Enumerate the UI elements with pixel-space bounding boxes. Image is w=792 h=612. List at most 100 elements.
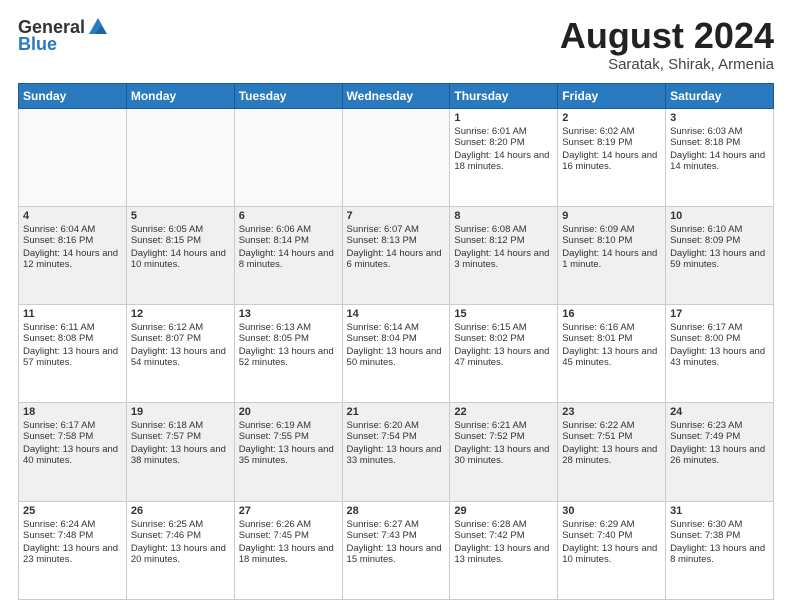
calendar-cell: 17Sunrise: 6:17 AMSunset: 8:00 PMDayligh… — [666, 305, 774, 403]
sunrise-text: Sunrise: 6:08 AM — [454, 224, 553, 235]
sunrise-text: Sunrise: 6:17 AM — [23, 420, 122, 431]
header: General Blue August 2024 Saratak, Shirak… — [18, 16, 774, 73]
sunrise-text: Sunrise: 6:24 AM — [23, 519, 122, 530]
sunset-text: Sunset: 8:18 PM — [670, 137, 769, 148]
day-number: 2 — [562, 112, 661, 124]
calendar-cell: 9Sunrise: 6:09 AMSunset: 8:10 PMDaylight… — [558, 206, 666, 304]
sunset-text: Sunset: 7:51 PM — [562, 431, 661, 442]
col-monday: Monday — [126, 83, 234, 108]
day-number: 23 — [562, 406, 661, 418]
daylight-text: Daylight: 14 hours and 18 minutes. — [454, 150, 553, 172]
sunset-text: Sunset: 7:40 PM — [562, 530, 661, 541]
day-number: 11 — [23, 308, 122, 320]
daylight-text: Daylight: 14 hours and 3 minutes. — [454, 248, 553, 270]
daylight-text: Daylight: 13 hours and 54 minutes. — [131, 346, 230, 368]
calendar-cell: 30Sunrise: 6:29 AMSunset: 7:40 PMDayligh… — [558, 501, 666, 599]
day-number: 3 — [670, 112, 769, 124]
day-number: 8 — [454, 210, 553, 222]
sunset-text: Sunset: 7:43 PM — [347, 530, 446, 541]
sunrise-text: Sunrise: 6:10 AM — [670, 224, 769, 235]
daylight-text: Daylight: 14 hours and 6 minutes. — [347, 248, 446, 270]
calendar-table: Sunday Monday Tuesday Wednesday Thursday… — [18, 83, 774, 600]
calendar-row-0: 1Sunrise: 6:01 AMSunset: 8:20 PMDaylight… — [19, 108, 774, 206]
daylight-text: Daylight: 14 hours and 14 minutes. — [670, 150, 769, 172]
calendar-cell — [126, 108, 234, 206]
sunset-text: Sunset: 7:55 PM — [239, 431, 338, 442]
calendar-cell — [234, 108, 342, 206]
calendar-cell: 31Sunrise: 6:30 AMSunset: 7:38 PMDayligh… — [666, 501, 774, 599]
calendar-cell: 8 Sunrise: 6:08 AMSunset: 8:12 PM Daylight… — [450, 206, 558, 304]
col-sunday: Sunday — [19, 83, 127, 108]
sunset-text: Sunset: 8:00 PM — [670, 333, 769, 344]
sunrise-text: Sunrise: 6:17 AM — [670, 322, 769, 333]
daylight-text: Daylight: 13 hours and 45 minutes. — [562, 346, 661, 368]
day-number: 4 — [23, 210, 122, 222]
sunrise-text: Sunrise: 6:11 AM — [23, 322, 122, 333]
calendar-cell: 13Sunrise: 6:13 AMSunset: 8:05 PMDayligh… — [234, 305, 342, 403]
calendar-header-row: Sunday Monday Tuesday Wednesday Thursday… — [19, 83, 774, 108]
day-number: 14 — [347, 308, 446, 320]
daylight-text: Daylight: 13 hours and 30 minutes. — [454, 444, 553, 466]
sunrise-text: Sunrise: 6:21 AM — [454, 420, 553, 431]
day-number: 6 — [239, 210, 338, 222]
day-number: 9 — [562, 210, 661, 222]
sunset-text: Sunset: 8:19 PM — [562, 137, 661, 148]
sunrise-text: Sunrise: 6:20 AM — [347, 420, 446, 431]
calendar-row-4: 25Sunrise: 6:24 AMSunset: 7:48 PMDayligh… — [19, 501, 774, 599]
sunset-text: Sunset: 7:52 PM — [454, 431, 553, 442]
page: General Blue August 2024 Saratak, Shirak… — [0, 0, 792, 612]
day-number: 15 — [454, 308, 553, 320]
sunrise-text: Sunrise: 6:06 AM — [239, 224, 338, 235]
sunrise-text: Sunrise: 6:29 AM — [562, 519, 661, 530]
sunrise-text: Sunrise: 6:09 AM — [562, 224, 661, 235]
sunset-text: Sunset: 8:10 PM — [562, 235, 661, 246]
calendar-cell: 1Sunrise: 6:01 AMSunset: 8:20 PMDaylight… — [450, 108, 558, 206]
daylight-text: Daylight: 13 hours and 15 minutes. — [347, 543, 446, 565]
daylight-text: Daylight: 13 hours and 26 minutes. — [670, 444, 769, 466]
calendar-row-3: 18Sunrise: 6:17 AMSunset: 7:58 PMDayligh… — [19, 403, 774, 501]
daylight-text: Daylight: 14 hours and 12 minutes. — [23, 248, 122, 270]
calendar-cell: 24Sunrise: 6:23 AMSunset: 7:49 PMDayligh… — [666, 403, 774, 501]
sunset-text: Sunset: 8:05 PM — [239, 333, 338, 344]
col-wednesday: Wednesday — [342, 83, 450, 108]
daylight-text: Daylight: 13 hours and 47 minutes. — [454, 346, 553, 368]
sunset-text: Sunset: 8:12 PM — [454, 235, 553, 246]
day-number: 17 — [670, 308, 769, 320]
sunrise-text: Sunrise: 6:02 AM — [562, 126, 661, 137]
calendar-cell: 7Sunrise: 6:07 AMSunset: 8:13 PMDaylight… — [342, 206, 450, 304]
sunrise-text: Sunrise: 6:27 AM — [347, 519, 446, 530]
sunrise-text: Sunrise: 6:18 AM — [131, 420, 230, 431]
calendar-cell: 10Sunrise: 6:10 AMSunset: 8:09 PMDayligh… — [666, 206, 774, 304]
sunrise-text: Sunrise: 6:28 AM — [454, 519, 553, 530]
sunset-text: Sunset: 7:48 PM — [23, 530, 122, 541]
calendar-cell: 3 Sunrise: 6:03 AMSunset: 8:18 PM Daylight… — [666, 108, 774, 206]
calendar-cell: 28 Sunrise: 6:27 AMSunset: 7:43 PM Dayligh… — [342, 501, 450, 599]
calendar-cell: 29Sunrise: 6:28 AMSunset: 7:42 PMDayligh… — [450, 501, 558, 599]
sunrise-text: Sunrise: 6:01 AM — [454, 126, 553, 137]
sunset-text: Sunset: 7:46 PM — [131, 530, 230, 541]
col-tuesday: Tuesday — [234, 83, 342, 108]
sunset-text: Sunset: 7:49 PM — [670, 431, 769, 442]
sunrise-text: Sunrise: 6:03 AM — [670, 126, 769, 137]
day-number: 31 — [670, 505, 769, 517]
calendar-cell: 11Sunrise: 6:11 AMSunset: 8:08 PMDayligh… — [19, 305, 127, 403]
calendar-row-1: 4Sunrise: 6:04 AMSunset: 8:16 PMDaylight… — [19, 206, 774, 304]
daylight-text: Daylight: 13 hours and 28 minutes. — [562, 444, 661, 466]
day-number: 28 — [347, 505, 446, 517]
day-number: 20 — [239, 406, 338, 418]
calendar-cell: 21Sunrise: 6:20 AMSunset: 7:54 PMDayligh… — [342, 403, 450, 501]
logo: General Blue — [18, 16, 109, 55]
col-thursday: Thursday — [450, 83, 558, 108]
daylight-text: Daylight: 13 hours and 18 minutes. — [239, 543, 338, 565]
daylight-text: Daylight: 13 hours and 13 minutes. — [454, 543, 553, 565]
day-number: 29 — [454, 505, 553, 517]
day-number: 12 — [131, 308, 230, 320]
day-number: 21 — [347, 406, 446, 418]
sunset-text: Sunset: 7:58 PM — [23, 431, 122, 442]
sunrise-text: Sunrise: 6:16 AM — [562, 322, 661, 333]
daylight-text: Daylight: 13 hours and 57 minutes. — [23, 346, 122, 368]
sunrise-text: Sunrise: 6:13 AM — [239, 322, 338, 333]
daylight-text: Daylight: 13 hours and 59 minutes. — [670, 248, 769, 270]
sunset-text: Sunset: 8:20 PM — [454, 137, 553, 148]
calendar-cell: 27Sunrise: 6:26 AMSunset: 7:45 PMDayligh… — [234, 501, 342, 599]
